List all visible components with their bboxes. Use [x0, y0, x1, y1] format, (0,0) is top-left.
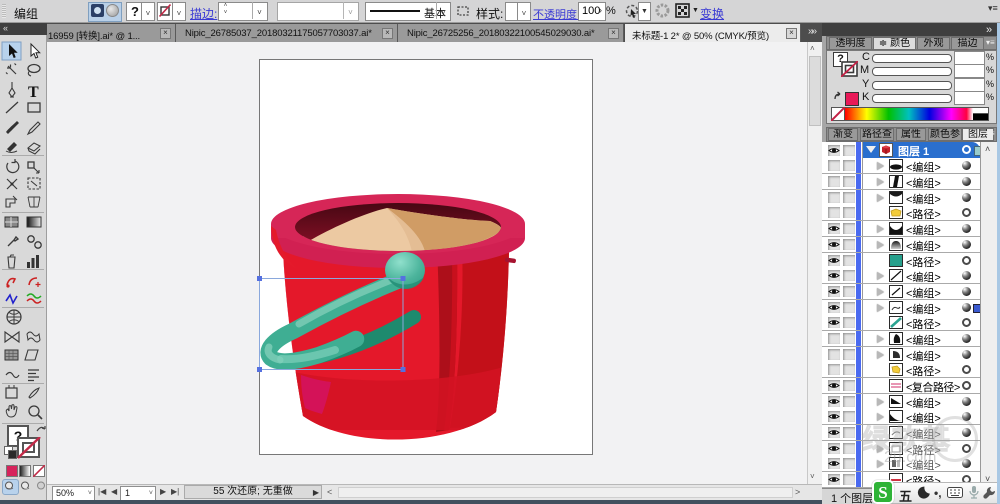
svg-text:T: T: [28, 84, 39, 101]
